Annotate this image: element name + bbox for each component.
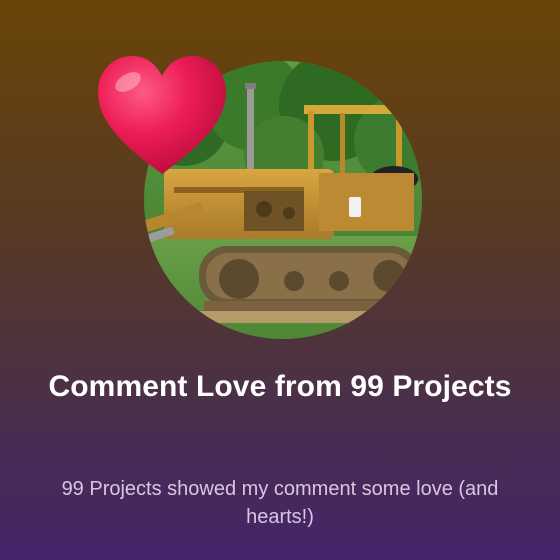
heart-icon [94, 52, 230, 178]
card-title[interactable]: Comment Love from 99 Projects [40, 366, 520, 407]
post-card[interactable]: Comment Love from 99 Projects 99 Project… [0, 0, 560, 560]
card-subtitle: 99 Projects showed my comment some love … [61, 478, 499, 528]
